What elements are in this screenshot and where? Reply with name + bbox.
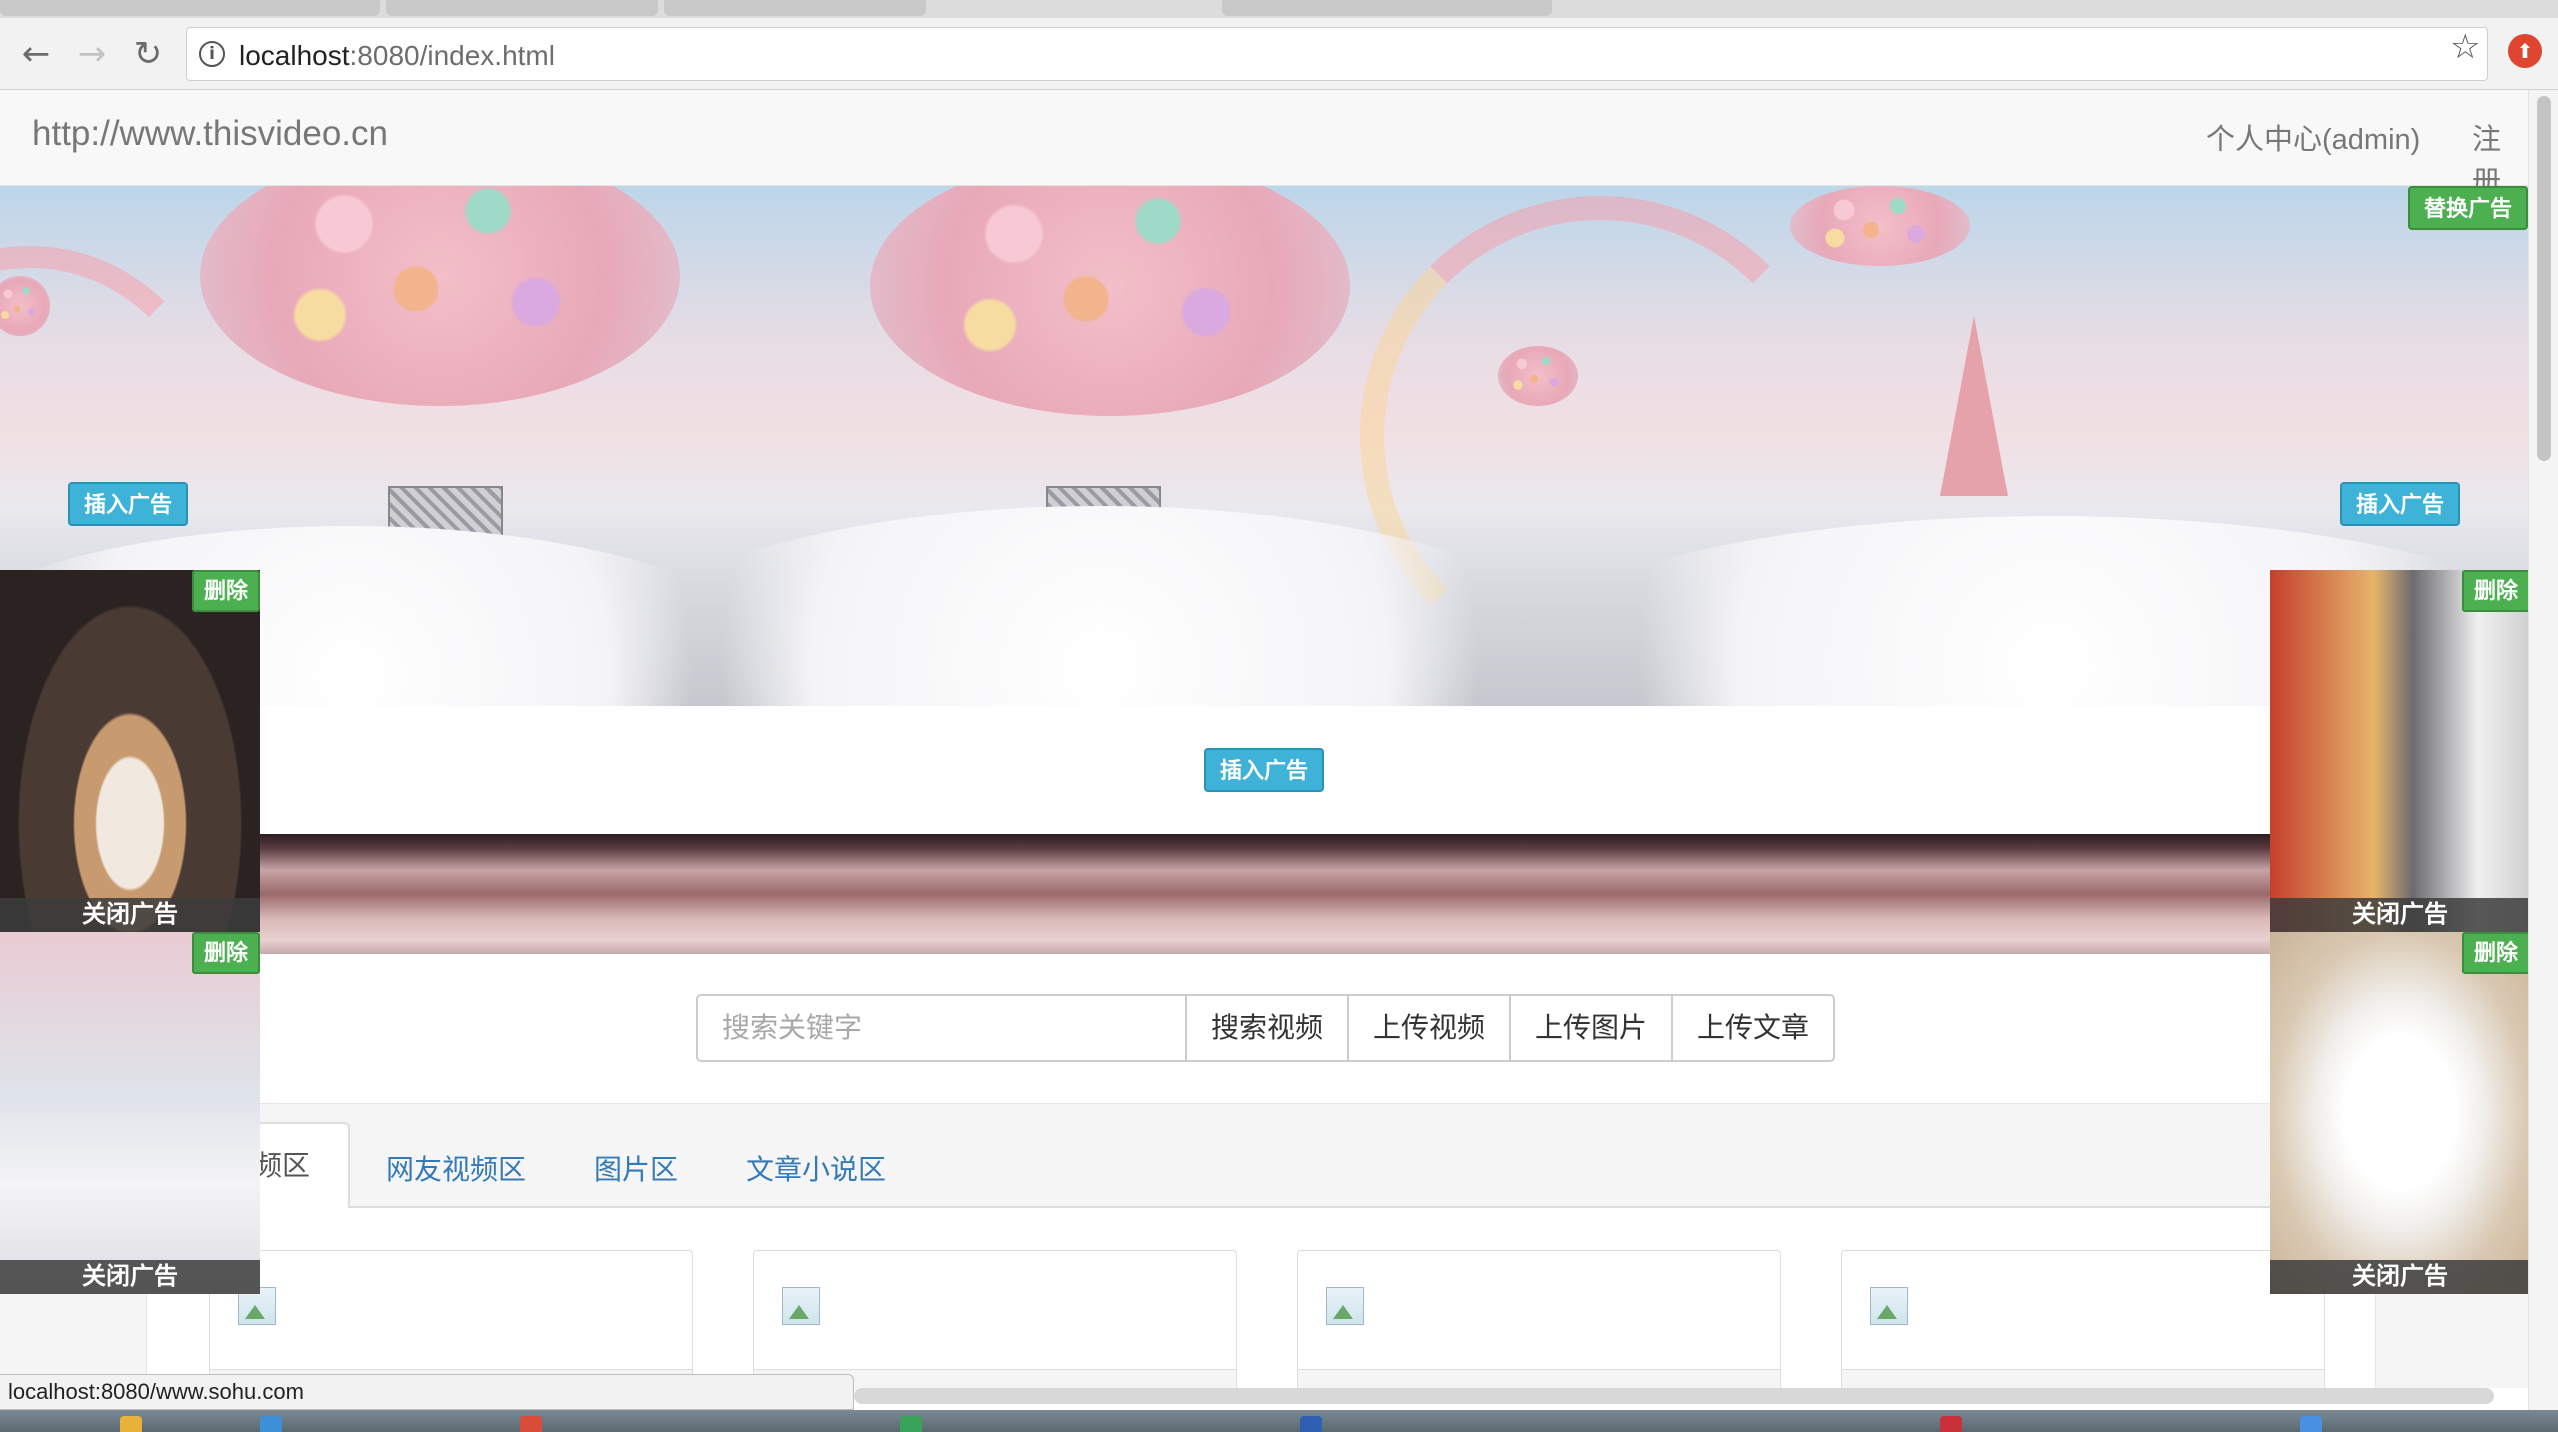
search-bar: 搜索关键字 搜索视频 上传视频 上传图片 上传文章	[0, 954, 2528, 1104]
browser-tab[interactable]	[386, 0, 658, 16]
delete-ad-button[interactable]: 删除	[191, 932, 260, 974]
reload-icon[interactable]: ↻	[128, 34, 168, 74]
insert-ad-button[interactable]: 插入广告	[1204, 748, 1325, 792]
address-bar[interactable]: i localhost:8080/index.html	[186, 27, 2488, 81]
delete-ad-button[interactable]: 删除	[2461, 932, 2530, 974]
dock-app-icon[interactable]	[120, 1416, 142, 1432]
video-card[interactable]	[1841, 1250, 2325, 1391]
upload-article-button[interactable]: 上传文章	[1673, 994, 1835, 1062]
close-ad-button[interactable]: 关闭广告	[0, 1260, 260, 1294]
back-arrow-icon[interactable]: ←	[16, 34, 56, 74]
url-path: :8080/index.html	[349, 40, 555, 71]
dock-app-icon[interactable]	[520, 1416, 542, 1432]
delete-ad-button[interactable]: 删除	[2461, 570, 2530, 612]
search-input[interactable]: 搜索关键字	[696, 994, 1187, 1062]
content-tabs: 频区 网友视频区 图片区 文章小说区	[0, 1104, 2528, 1210]
video-card[interactable]	[1297, 1250, 1781, 1391]
insert-ad-button[interactable]: 插入广告	[2340, 482, 2461, 526]
info-icon[interactable]: i	[199, 41, 225, 67]
balloon-cluster	[200, 186, 680, 406]
site-brand[interactable]: http://www.thisvideo.cn	[32, 114, 388, 154]
eiffel-tower-decoration	[1940, 316, 2008, 496]
status-bar: localhost:8080/www.sohu.com	[0, 1374, 854, 1410]
upload-image-button[interactable]: 上传图片	[1511, 994, 1673, 1062]
browser-toolbar: ← → ↻ i localhost:8080/index.html ☆ ⬆	[0, 18, 2558, 90]
browser-tab-strip	[0, 0, 2558, 18]
dock-app-icon[interactable]	[2300, 1416, 2322, 1432]
broken-image-icon	[1326, 1287, 1364, 1325]
side-ad-white-cat[interactable]: 删除 关闭广告	[2270, 932, 2530, 1294]
side-ad-dog[interactable]: 删除 关闭广告	[0, 570, 260, 932]
tab-article-area[interactable]: 文章小说区	[746, 1148, 886, 1188]
url-host: localhost	[239, 40, 350, 71]
horizontal-scrollbar[interactable]	[854, 1388, 2494, 1404]
forward-arrow-icon[interactable]: →	[72, 34, 112, 74]
side-ad-cartoon-cat[interactable]: 删除 关闭广告	[2270, 570, 2530, 932]
tab-user-video-area[interactable]: 网友视频区	[386, 1148, 526, 1188]
broken-image-icon	[1870, 1287, 1908, 1325]
tab-image-area[interactable]: 图片区	[594, 1148, 678, 1188]
dock-app-icon[interactable]	[1300, 1416, 1322, 1432]
content-area	[0, 1208, 2528, 1391]
bookmark-star-icon[interactable]: ☆	[2450, 30, 2480, 64]
dock-app-icon[interactable]	[260, 1416, 282, 1432]
site-navbar: http://www.thisvideo.cn 个人中心(admin) 注册	[0, 90, 2528, 198]
close-ad-button[interactable]: 关闭广告	[2270, 1260, 2530, 1294]
dock-app-icon[interactable]	[1940, 1416, 1962, 1432]
dock-app-icon[interactable]	[900, 1416, 922, 1432]
address-url: localhost:8080/index.html	[239, 40, 555, 72]
delete-ad-button[interactable]: 删除	[191, 570, 260, 612]
balloon-cluster	[1790, 186, 1970, 266]
os-dock	[0, 1410, 2558, 1432]
upload-video-button[interactable]: 上传视频	[1349, 994, 1511, 1062]
ad-slot-band: 插入广告	[0, 706, 2528, 834]
content-panel	[146, 1208, 2376, 1391]
browser-tab[interactable]	[1222, 0, 1552, 16]
stripe-ad[interactable]	[0, 834, 2528, 954]
browser-tab[interactable]	[664, 0, 926, 16]
balloon-cluster	[1498, 346, 1578, 406]
close-ad-button[interactable]: 关闭广告	[2270, 898, 2530, 932]
browser-tab[interactable]	[0, 0, 380, 16]
vertical-scrollbar-thumb[interactable]	[2537, 96, 2551, 461]
replace-ad-button[interactable]: 替换广告	[2408, 186, 2528, 230]
close-ad-button[interactable]: 关闭广告	[0, 898, 260, 932]
search-video-button[interactable]: 搜索视频	[1187, 994, 1349, 1062]
personal-center-link[interactable]: 个人中心(admin)	[2206, 116, 2420, 158]
extension-icon[interactable]: ⬆	[2508, 34, 2542, 68]
balloon-cluster	[870, 186, 1350, 416]
banner-ad[interactable]: 替换广告 插入广告 插入广告	[0, 186, 2528, 706]
video-card[interactable]	[209, 1250, 693, 1391]
side-ad-clouds[interactable]: 删除 关闭广告	[0, 932, 260, 1294]
insert-ad-button[interactable]: 插入广告	[68, 482, 189, 526]
video-card[interactable]	[753, 1250, 1237, 1391]
broken-image-icon	[782, 1287, 820, 1325]
